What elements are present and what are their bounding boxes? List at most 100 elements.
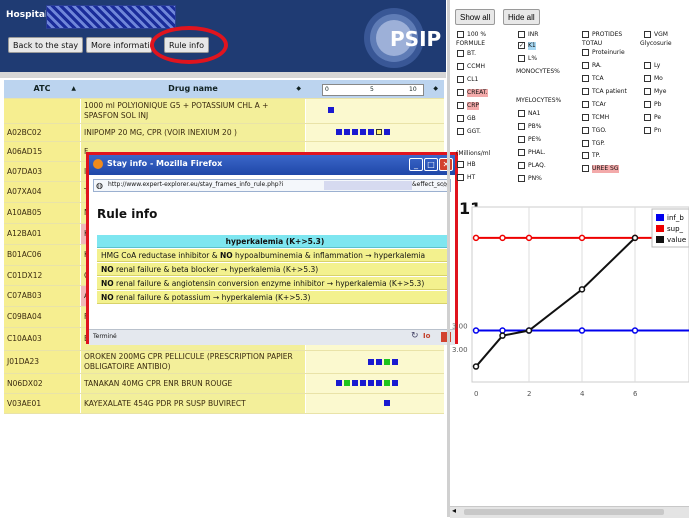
lab-checkbox[interactable] bbox=[582, 31, 589, 38]
dose-square bbox=[336, 129, 342, 135]
lab-checkbox[interactable] bbox=[518, 110, 525, 117]
lab-checkbox[interactable] bbox=[582, 49, 589, 56]
scale-column-header[interactable]: 0 5 10 ◆ bbox=[306, 80, 444, 98]
lab-section-label: MYELOCYTES% bbox=[516, 97, 561, 105]
x-tick-label: 4 bbox=[580, 390, 585, 398]
data-point bbox=[500, 333, 505, 338]
lab-checkbox[interactable] bbox=[457, 76, 464, 83]
lab-label: Proteinurie bbox=[592, 49, 625, 57]
scroll-left-icon[interactable]: ◂ bbox=[452, 506, 456, 515]
rule-negation: NO bbox=[101, 265, 114, 274]
data-point bbox=[500, 328, 505, 333]
lab-checkbox[interactable] bbox=[457, 31, 464, 38]
lab-checkbox[interactable] bbox=[457, 50, 464, 57]
lab-checkbox[interactable] bbox=[644, 101, 651, 108]
table-row[interactable]: A02BC02 INIPOMP 20 MG, CPR (VOIR INEXIUM… bbox=[4, 124, 444, 142]
lab-checkbox[interactable] bbox=[582, 114, 589, 121]
lab-label: HT bbox=[467, 174, 475, 182]
sort-both-icon[interactable]: ◆ bbox=[296, 80, 301, 98]
lab-label: Pn bbox=[654, 127, 661, 135]
lab-checkbox[interactable] bbox=[582, 101, 589, 108]
lab-label: TP. bbox=[592, 152, 600, 160]
data-point bbox=[580, 287, 585, 292]
addon-icon[interactable]: Io bbox=[423, 332, 430, 340]
lab-label: 100 % bbox=[467, 31, 486, 39]
table-row[interactable]: N06DX02 TANAKAN 40MG CPR ENR BRUN ROUGE bbox=[4, 374, 444, 394]
x-tick-label: 6 bbox=[633, 390, 638, 398]
lab-checkbox[interactable] bbox=[644, 114, 651, 121]
psip-logo: PSIP bbox=[360, 8, 444, 68]
lab-checkbox[interactable] bbox=[518, 123, 525, 130]
lab-checkbox[interactable] bbox=[582, 140, 589, 147]
table-row[interactable]: J01DA23 OROKEN 200MG CPR PELLICULE (PRES… bbox=[4, 351, 444, 374]
lab-checkbox[interactable] bbox=[582, 165, 589, 172]
lab-checkbox[interactable] bbox=[518, 136, 525, 143]
table-row[interactable]: 1000 ml POLYIONIQUE G5 + POTASSIUM CHL A… bbox=[4, 99, 444, 124]
address-bar[interactable]: ◍ http://www.expert-explorer.eu/stay_fra… bbox=[93, 179, 451, 192]
lab-checkbox[interactable] bbox=[518, 162, 525, 169]
horizontal-scrollbar[interactable]: ◂ bbox=[450, 506, 689, 518]
more-information-button[interactable]: More informatio bbox=[86, 37, 152, 53]
lab-checkbox[interactable] bbox=[457, 174, 464, 181]
lab-label: Pe bbox=[654, 114, 661, 122]
drug-column-header[interactable]: Drug name ◆ bbox=[81, 80, 305, 98]
lab-label: HB bbox=[467, 161, 476, 169]
maximize-icon[interactable]: □ bbox=[424, 158, 438, 171]
lab-label: GB bbox=[467, 115, 476, 123]
rule-text: renal failure & angiotensin conversion e… bbox=[114, 279, 425, 288]
dose-square bbox=[336, 380, 342, 386]
sort-up-icon[interactable]: ▲ bbox=[71, 80, 76, 98]
lab-checkbox[interactable] bbox=[582, 127, 589, 134]
lab-checkbox[interactable] bbox=[457, 63, 464, 70]
lab-checkbox[interactable] bbox=[582, 88, 589, 95]
lab-checkbox[interactable] bbox=[582, 152, 589, 159]
lab-label: Ly bbox=[654, 62, 660, 70]
dose-square bbox=[368, 129, 374, 135]
legend-label: value bbox=[667, 236, 686, 244]
frame-divider[interactable] bbox=[447, 0, 450, 517]
scale-tick-5: 5 bbox=[370, 81, 374, 99]
minimize-icon[interactable]: _ bbox=[409, 158, 423, 171]
lab-checkbox[interactable] bbox=[518, 149, 525, 156]
dose-given-square bbox=[384, 380, 390, 386]
lab-checkbox[interactable] bbox=[518, 55, 525, 62]
legend-swatch bbox=[656, 236, 664, 243]
show-all-button[interactable]: Show all bbox=[455, 9, 495, 25]
lab-checkbox[interactable] bbox=[644, 75, 651, 82]
scroll-thumb[interactable] bbox=[464, 509, 664, 515]
lab-checkbox[interactable] bbox=[457, 115, 464, 122]
lab-checkbox[interactable] bbox=[518, 31, 525, 38]
address-url: http://www.expert-explorer.eu/stay_frame… bbox=[108, 181, 283, 188]
lab-checkbox[interactable] bbox=[644, 31, 651, 38]
atc-column-header[interactable]: ATC ▲ bbox=[4, 80, 80, 98]
hide-all-button[interactable]: Hide all bbox=[503, 9, 540, 25]
lab-checkbox[interactable] bbox=[644, 127, 651, 134]
lab-checkbox[interactable] bbox=[644, 88, 651, 95]
scale-tick-0: 0 bbox=[325, 81, 329, 99]
lab-checkbox[interactable] bbox=[457, 89, 464, 96]
data-point bbox=[633, 235, 638, 240]
legend-swatch bbox=[656, 225, 664, 232]
close-icon[interactable]: ✕ bbox=[439, 158, 453, 171]
lab-checkbox[interactable] bbox=[457, 128, 464, 135]
lab-checkbox[interactable] bbox=[457, 161, 464, 168]
data-point bbox=[474, 235, 479, 240]
lab-checkbox[interactable]: ✓ bbox=[518, 42, 525, 49]
lab-label: RA. bbox=[592, 62, 602, 70]
back-to-stay-button[interactable]: Back to the stay bbox=[8, 37, 83, 53]
lab-checkbox[interactable] bbox=[582, 75, 589, 82]
lab-label: PLAQ. bbox=[528, 162, 546, 170]
lab-checkbox[interactable] bbox=[457, 102, 464, 109]
status-bar: Terminé ↻ Io bbox=[89, 329, 455, 345]
refresh-icon[interactable]: ↻ bbox=[411, 331, 419, 341]
atc-code: N06DX02 bbox=[7, 379, 43, 389]
dose-square bbox=[360, 380, 366, 386]
data-point bbox=[633, 328, 638, 333]
lab-checkbox[interactable] bbox=[518, 175, 525, 182]
lab-label: BT. bbox=[467, 50, 476, 58]
lab-checkbox[interactable] bbox=[582, 62, 589, 69]
lab-checkbox[interactable] bbox=[644, 62, 651, 69]
table-row[interactable]: V03AE01 KAYEXALATE 454G PDR PR SUSP BUVI… bbox=[4, 394, 444, 414]
sort-both-icon[interactable]: ◆ bbox=[433, 80, 438, 98]
popup-titlebar[interactable]: Stay info - Mozilla Firefox _ □ ✕ bbox=[89, 155, 455, 175]
